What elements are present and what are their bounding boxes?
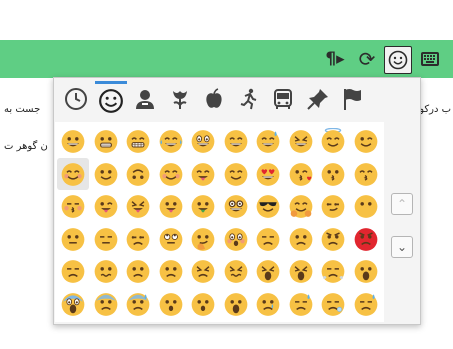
emoji-thinking[interactable] xyxy=(187,223,219,255)
emoji-hushed[interactable] xyxy=(155,288,187,320)
emoji-fearful[interactable] xyxy=(90,288,122,320)
tab-recent[interactable] xyxy=(60,84,92,120)
person-icon xyxy=(133,87,157,117)
emoji-frowning2[interactable] xyxy=(155,255,187,287)
emoji-wink[interactable] xyxy=(350,125,382,157)
emoji-pensive[interactable] xyxy=(57,255,89,287)
emoji-laughing[interactable] xyxy=(285,125,317,157)
flags-icon xyxy=(340,87,364,117)
tab-person[interactable] xyxy=(129,84,161,120)
emoji-expressionless[interactable] xyxy=(90,223,122,255)
emoji-nerd[interactable] xyxy=(220,190,252,222)
emoji-joy[interactable] xyxy=(155,125,187,157)
emoji-smirk[interactable] xyxy=(317,190,349,222)
emoji-grin[interactable] xyxy=(122,125,154,157)
tab-travel[interactable] xyxy=(267,84,299,120)
emoji-angry[interactable] xyxy=(317,223,349,255)
emoji-money-mouth[interactable] xyxy=(187,190,219,222)
emoji-scream[interactable] xyxy=(57,288,89,320)
refresh-icon: ⟳ xyxy=(358,47,376,71)
keyboard-icon xyxy=(421,52,439,66)
pilcrow-icon: ¶▸ xyxy=(325,49,345,69)
activity-icon xyxy=(237,87,261,117)
emoji-sunglasses[interactable] xyxy=(252,190,284,222)
document-text-line: ن گوهر ت xyxy=(4,141,48,152)
emoji-neutral[interactable] xyxy=(57,223,89,255)
emoji-hugging[interactable] xyxy=(285,190,317,222)
emoji-slightly-frowning[interactable] xyxy=(122,255,154,287)
keyboard-button[interactable] xyxy=(418,47,442,71)
emoji-open-mouth[interactable] xyxy=(350,255,382,287)
emoji-rolling-eyes[interactable] xyxy=(155,223,187,255)
emoji-sweat[interactable] xyxy=(350,288,382,320)
emoji-kissing-smiling-eyes[interactable] xyxy=(350,158,382,190)
emoji-smile[interactable] xyxy=(220,125,252,157)
emoji-innocent[interactable] xyxy=(317,125,349,157)
emoji-stuck-out-tongue-winking[interactable] xyxy=(90,190,122,222)
travel-icon xyxy=(271,87,295,117)
emoji-blush[interactable] xyxy=(57,157,89,190)
document-text-line: جست به xyxy=(4,104,41,115)
emoji-kissing-heart[interactable] xyxy=(285,158,317,190)
emoji-anguished[interactable] xyxy=(220,288,252,320)
emoji-confounded[interactable] xyxy=(220,255,252,287)
emoji-yum[interactable] xyxy=(187,158,219,190)
emoji-rage[interactable] xyxy=(350,223,382,255)
emoji-flushed[interactable] xyxy=(220,223,252,255)
editor-toolbar: ¶▸ ⟳ xyxy=(0,40,453,78)
emoji-stuck-out-tongue[interactable] xyxy=(155,190,187,222)
tab-flags[interactable] xyxy=(336,84,368,120)
emoji-grid xyxy=(55,122,384,322)
scroll-down-button[interactable]: ⌄ xyxy=(391,236,413,258)
emoji-heart-eyes[interactable] xyxy=(252,158,284,190)
emoji-disappointed[interactable] xyxy=(252,223,284,255)
food-icon xyxy=(202,87,226,117)
emoji-smiley[interactable] xyxy=(187,125,219,157)
emoji-sleepy[interactable] xyxy=(317,288,349,320)
refresh-button[interactable]: ⟳ xyxy=(355,47,379,71)
emoji-unamused[interactable] xyxy=(122,223,154,255)
tab-activity[interactable] xyxy=(233,84,265,120)
tab-objects[interactable] xyxy=(302,84,334,120)
tab-nature[interactable] xyxy=(164,84,196,120)
emoji-stuck-out-tongue-closed[interactable] xyxy=(122,190,154,222)
emoji-disappointed-relieved[interactable] xyxy=(285,288,317,320)
emoji-kissing-closed-eyes[interactable] xyxy=(57,190,89,222)
chevron-down-icon: ⌄ xyxy=(396,240,408,254)
tab-people[interactable] xyxy=(94,81,127,123)
nature-icon xyxy=(168,87,192,117)
smiley-icon xyxy=(388,50,408,70)
emoji-slightly-smiling[interactable] xyxy=(90,158,122,190)
emoji-upside-down[interactable] xyxy=(122,158,154,190)
people-icon xyxy=(98,88,124,120)
emoji-kissing[interactable] xyxy=(317,158,349,190)
emoji-cold-sweat[interactable] xyxy=(122,288,154,320)
objects-icon xyxy=(306,87,330,117)
emoji-confused[interactable] xyxy=(90,255,122,287)
chevron-up-icon: ⌃ xyxy=(396,197,408,211)
text-direction-button[interactable]: ¶▸ xyxy=(323,47,347,71)
emoji-cry[interactable] xyxy=(252,288,284,320)
emoji-grinning[interactable] xyxy=(57,125,89,157)
emoji-grimacing[interactable] xyxy=(90,125,122,157)
emoji-relaxed[interactable] xyxy=(155,158,187,190)
emoji-picker-popup: ⌃ ⌄ xyxy=(53,77,421,325)
emoji-no-mouth[interactable] xyxy=(350,190,382,222)
emoji-tired[interactable] xyxy=(252,255,284,287)
emoji-weary[interactable] xyxy=(285,255,317,287)
emoji-button[interactable] xyxy=(384,46,412,74)
emoji-category-tabs xyxy=(54,81,420,123)
emoji-persevere[interactable] xyxy=(187,255,219,287)
emoji-sweat-smile[interactable] xyxy=(252,125,284,157)
emoji-frowning[interactable] xyxy=(187,288,219,320)
emoji-relieved[interactable] xyxy=(220,158,252,190)
emoji-triumph[interactable] xyxy=(317,255,349,287)
emoji-worried[interactable] xyxy=(285,223,317,255)
tab-food[interactable] xyxy=(198,84,230,120)
recent-icon xyxy=(64,87,88,117)
scroll-up-button[interactable]: ⌃ xyxy=(391,193,413,215)
